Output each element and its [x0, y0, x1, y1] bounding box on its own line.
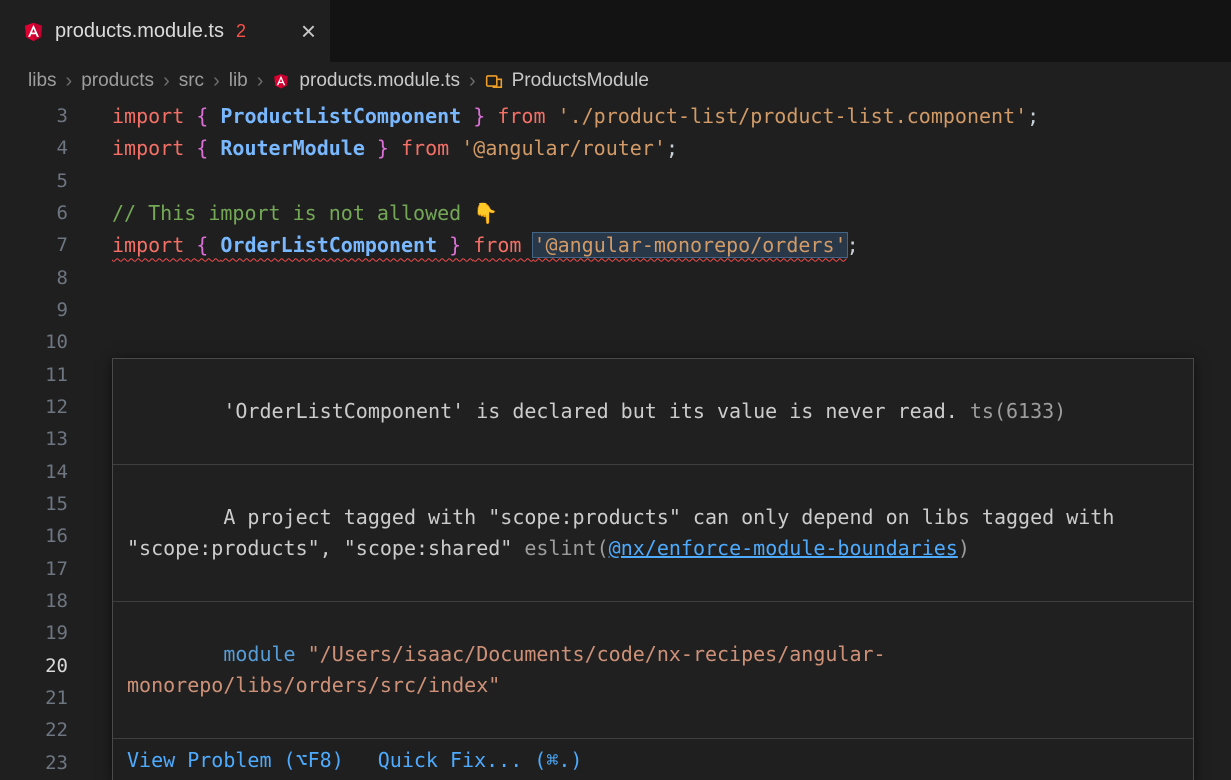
line-content	[112, 294, 1231, 326]
line-number: 20	[0, 650, 68, 682]
line-number: 16	[0, 520, 68, 552]
ts-diagnostic-code: ts(6133)	[970, 399, 1066, 423]
code-line-6[interactable]: 6 // This import is not allowed 👇	[0, 197, 1231, 229]
view-problem-action[interactable]: View Problem (⌥F8)	[127, 745, 344, 776]
eslint-rule-link[interactable]: @nx/enforce-module-boundaries	[609, 536, 958, 560]
breadcrumb-item-products[interactable]: products	[81, 70, 154, 92]
quick-fix-action[interactable]: Quick Fix... (⌘.)	[378, 745, 583, 776]
code-token: ;	[847, 233, 859, 257]
breadcrumb-separator-icon: ›	[213, 70, 220, 93]
breadcrumb-item-libs[interactable]: libs	[28, 70, 57, 92]
angular-icon	[22, 20, 45, 43]
code-line-10[interactable]: 10	[0, 326, 1231, 358]
hover-popup: 'OrderListComponent' is declared but its…	[112, 358, 1194, 780]
code-token: {	[196, 104, 220, 128]
line-number: 22	[0, 714, 68, 746]
module-keyword: module	[223, 642, 307, 666]
tab-problems-badge: 2	[236, 21, 246, 42]
code-token: }	[461, 104, 497, 128]
angular-icon	[272, 72, 290, 90]
breadcrumb-item-lib[interactable]: lib	[229, 70, 248, 92]
class-symbol-icon	[485, 72, 503, 90]
line-number: 7	[0, 229, 68, 261]
code-line-9[interactable]: 9	[0, 294, 1231, 326]
line-content: // This import is not allowed 👇	[112, 197, 1231, 229]
line-number: 15	[0, 488, 68, 520]
line-number: 11	[0, 359, 68, 391]
eslint-source-open: eslint(	[524, 536, 608, 560]
code-line-8[interactable]: 8	[0, 262, 1231, 294]
hover-eslint-diagnostic: A project tagged with "scope:products" c…	[113, 465, 1193, 602]
code-token: './product-list/product-list.component'	[558, 104, 1028, 128]
line-content	[112, 262, 1231, 294]
code-token: import	[112, 136, 196, 160]
tab-filename: products.module.ts	[55, 20, 224, 43]
code-token: OrderListComponent	[220, 233, 437, 257]
code-token: '@angular/router'	[461, 136, 666, 160]
breadcrumb-item-productsmodule[interactable]: ProductsModule	[512, 70, 649, 92]
line-number: 18	[0, 585, 68, 617]
code-token: 👇	[473, 201, 498, 225]
tab-products-module[interactable]: products.module.ts 2 ×	[0, 0, 330, 62]
vscode-window: products.module.ts 2 × libs › products › src…	[0, 0, 1231, 780]
code-token: // This import is not allowed	[112, 201, 473, 225]
breadcrumb-separator-icon: ›	[469, 70, 476, 93]
code-token: from	[497, 104, 557, 128]
hover-module-info: module "/Users/isaac/Documents/code/nx-r…	[113, 602, 1193, 739]
line-number: 12	[0, 391, 68, 423]
line-number: 9	[0, 294, 68, 326]
eslint-source-close: )	[958, 536, 970, 560]
line-number: 3	[0, 100, 68, 132]
code-token: {	[196, 136, 220, 160]
code-token: '@angular-monorepo/orders'	[533, 233, 846, 257]
line-number: 10	[0, 326, 68, 358]
code-line-4[interactable]: 4 import { RouterModule } from '@angular/…	[0, 132, 1231, 164]
line-number: 17	[0, 553, 68, 585]
code-token: ProductListComponent	[220, 104, 461, 128]
tab-bar: products.module.ts 2 ×	[0, 0, 1231, 62]
code-token: from	[473, 233, 533, 257]
close-icon[interactable]: ×	[301, 18, 316, 44]
code-token: ;	[666, 136, 678, 160]
line-number: 13	[0, 423, 68, 455]
line-number: 5	[0, 165, 68, 197]
code-token: ;	[1027, 104, 1039, 128]
line-content: import { ProductListComponent } from './…	[112, 100, 1231, 132]
breadcrumb-item-src[interactable]: src	[179, 70, 204, 92]
line-content	[112, 326, 1231, 358]
line-number: 21	[0, 682, 68, 714]
code-token: import	[112, 233, 196, 257]
ts-diagnostic-message: 'OrderListComponent' is declared but its…	[223, 399, 970, 423]
editor[interactable]: 3 import { ProductListComponent } from '.…	[0, 100, 1231, 780]
line-content: import { OrderListComponent } from '@ang…	[112, 229, 1231, 261]
line-number: 14	[0, 456, 68, 488]
hover-actions: View Problem (⌥F8) Quick Fix... (⌘.)	[113, 739, 1193, 780]
code-token: {	[196, 233, 220, 257]
code-line-3[interactable]: 3 import { ProductListComponent } from '.…	[0, 100, 1231, 132]
code-token: }	[437, 233, 473, 257]
breadcrumb: libs › products › src › lib › products.module.t…	[0, 62, 1231, 100]
line-content: import { RouterModule } from '@angular/r…	[112, 132, 1231, 164]
line-number: 6	[0, 197, 68, 229]
line-number: 19	[0, 617, 68, 649]
breadcrumb-separator-icon: ›	[257, 70, 264, 93]
line-number: 8	[0, 262, 68, 294]
line-number: 4	[0, 132, 68, 164]
code-token: }	[365, 136, 401, 160]
code-token: from	[401, 136, 461, 160]
breadcrumb-separator-icon: ›	[66, 70, 73, 93]
code-line-7[interactable]: 7 import { OrderListComponent } from '@an…	[0, 229, 1231, 261]
line-content	[112, 165, 1231, 197]
breadcrumb-item-products-module-ts[interactable]: products.module.ts	[299, 70, 460, 92]
line-number: 23	[0, 747, 68, 779]
code-token: import	[112, 104, 196, 128]
code-line-5[interactable]: 5	[0, 165, 1231, 197]
breadcrumb-separator-icon: ›	[163, 70, 170, 93]
code-token: RouterModule	[220, 136, 365, 160]
hover-ts-diagnostic: 'OrderListComponent' is declared but its…	[113, 359, 1193, 465]
